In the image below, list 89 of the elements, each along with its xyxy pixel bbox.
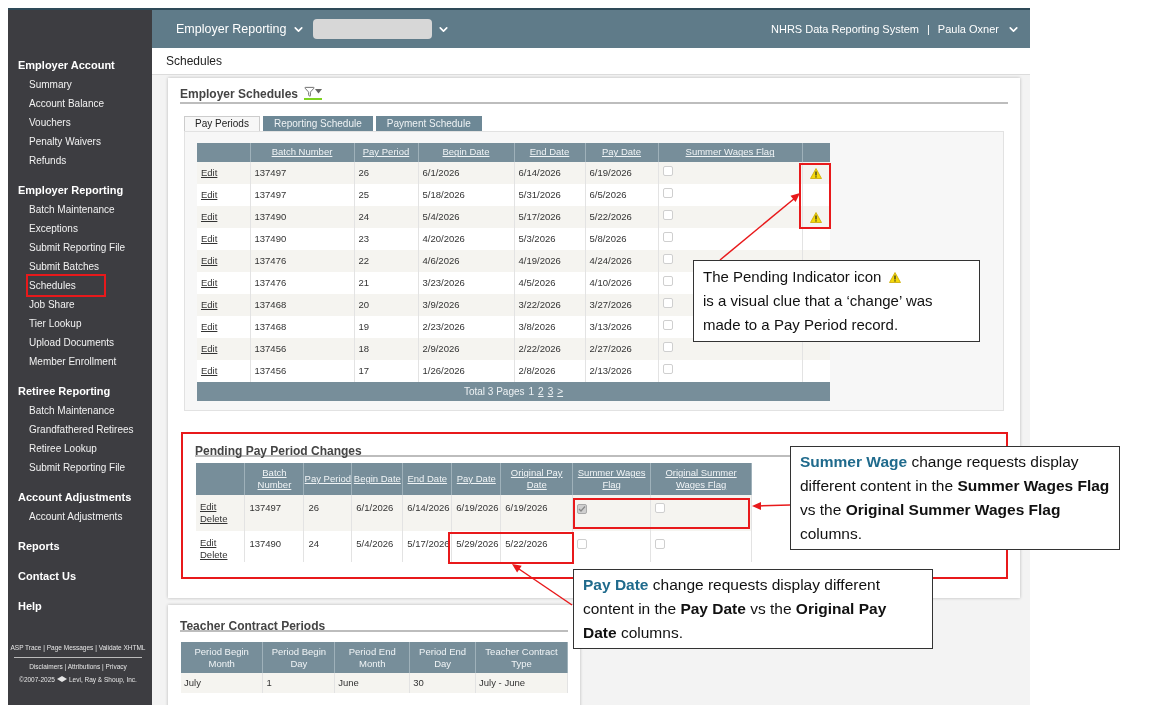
table-cell: 5/29/2026 xyxy=(451,531,501,562)
checkbox[interactable] xyxy=(662,165,673,176)
sidebar-item[interactable]: Refunds xyxy=(28,151,68,170)
edit-link[interactable]: Edit xyxy=(201,276,218,288)
sidebar-item[interactable]: Account Balance xyxy=(28,94,106,113)
edit-link[interactable]: Edit xyxy=(201,342,218,354)
sidebar-item[interactable]: Tier Lookup xyxy=(28,314,83,333)
diamond-logo-icon xyxy=(56,676,67,683)
warning-icon xyxy=(889,271,902,283)
menu-dropdown[interactable]: Employer Reporting xyxy=(176,19,306,39)
table-cell: June xyxy=(334,673,410,693)
checkbox[interactable] xyxy=(662,275,673,286)
edit-link[interactable]: Edit xyxy=(201,320,218,332)
sidebar-item[interactable]: Retiree Lookup xyxy=(28,439,98,458)
edit-link[interactable]: Edit xyxy=(201,232,218,244)
table-cell: 1 xyxy=(262,673,335,693)
table-cell: July xyxy=(181,673,263,693)
sidebar-section-title[interactable]: Help xyxy=(18,597,152,616)
edit-link[interactable]: Edit xyxy=(201,298,218,310)
sidebar-item[interactable]: Vouchers xyxy=(28,113,72,132)
sidebar-item[interactable]: Submit Reporting File xyxy=(28,238,127,257)
breadcrumb: Schedules xyxy=(166,53,223,70)
tab[interactable]: Pay Periods xyxy=(184,116,260,131)
callout-text: The Pending Indicator icon xyxy=(703,267,882,287)
edit-link[interactable]: Edit xyxy=(201,364,218,376)
sidebar-section-title[interactable]: Employer Reporting xyxy=(18,181,152,200)
table-cell: 24 xyxy=(303,531,352,562)
edit-link[interactable]: Edit xyxy=(201,166,218,178)
callout-text: Summer Wage change requests display different content in the Summer Wages Flag vs the Original Summer Wages Flag columns. xyxy=(800,452,1110,544)
checkbox[interactable] xyxy=(662,187,673,198)
sidebar-item[interactable]: Submit Batches xyxy=(28,257,101,276)
callout-text: Pay Date change requests display different content in the Pay Date vs the Original Pay Date columns. xyxy=(583,575,888,643)
checkbox[interactable] xyxy=(662,341,673,352)
sidebar-section-title[interactable]: Retiree Reporting xyxy=(18,382,152,401)
warning-icon xyxy=(810,211,823,223)
warning-icon xyxy=(810,167,823,179)
sidebar-item[interactable]: Member Enrollment xyxy=(28,352,118,371)
edit-link[interactable]: Edit xyxy=(201,254,218,266)
section-title: Employer Schedules xyxy=(180,86,299,103)
sidebar-item[interactable]: Schedules xyxy=(28,276,104,295)
checkbox[interactable] xyxy=(662,231,673,242)
sidebar-item[interactable]: Batch Maintenance xyxy=(28,200,116,219)
sidebar-item[interactable]: Summary xyxy=(28,75,73,94)
system-name: NHRS Data Reporting System xyxy=(771,21,919,37)
highlight-frame xyxy=(799,163,831,229)
edit-link[interactable]: Edit xyxy=(200,537,217,549)
callout-text: is a visual clue that a ‘change’ was made to a Pay Period record. xyxy=(703,292,933,333)
checkbox[interactable] xyxy=(655,539,666,549)
table-cell: 137490 xyxy=(244,531,304,562)
sidebar-item[interactable]: Batch Maintenance xyxy=(28,401,116,420)
table-cell: 5/22/2026 xyxy=(500,531,573,562)
separator: | xyxy=(927,21,930,37)
sidebar-item[interactable]: Submit Reporting File xyxy=(28,458,127,477)
user-menu[interactable]: Paula Oxner xyxy=(937,20,1020,38)
section-title: Teacher Contract Periods xyxy=(180,619,326,633)
sidebar-item[interactable]: Penalty Waivers xyxy=(28,132,102,151)
edit-link[interactable]: Edit xyxy=(201,188,218,200)
sidebar-section-title[interactable]: Contact Us xyxy=(18,567,152,586)
checkbox[interactable] xyxy=(577,504,588,514)
sidebar-section-title[interactable]: Employer Account xyxy=(18,56,152,75)
tab[interactable]: Reporting Schedule xyxy=(262,116,373,131)
checkbox[interactable] xyxy=(577,539,588,549)
checkbox[interactable] xyxy=(662,297,673,308)
arrow xyxy=(752,502,791,510)
pager-summary: Total 3 Pages xyxy=(463,384,525,399)
sidebar-item[interactable]: Account Adjustments xyxy=(28,507,124,526)
sidebar-section-title[interactable]: Account Adjustments xyxy=(18,488,152,507)
sidebar-item[interactable]: Grandfathered Retirees xyxy=(28,420,135,439)
section-title: Pending Pay Period Changes xyxy=(195,444,362,458)
select-field[interactable] xyxy=(313,19,433,39)
sidebar-item[interactable]: Upload Documents xyxy=(28,333,116,352)
edit-link[interactable]: Edit xyxy=(200,501,217,513)
delete-link[interactable]: Delete xyxy=(200,549,228,561)
checkbox[interactable] xyxy=(662,363,673,374)
sidebar-item[interactable]: Exceptions xyxy=(28,219,79,238)
table-cell: July - June xyxy=(475,673,568,693)
sidebar-section-title[interactable]: Reports xyxy=(18,537,152,556)
checkbox[interactable] xyxy=(662,319,673,330)
checkbox[interactable] xyxy=(655,503,666,513)
checkbox[interactable] xyxy=(662,209,673,220)
checkbox[interactable] xyxy=(662,253,673,264)
table-cell: 30 xyxy=(409,673,476,693)
filter-icon[interactable] xyxy=(304,85,323,100)
tab[interactable]: Payment Schedule xyxy=(375,116,482,131)
table-cell: 5/4/2026 xyxy=(351,531,403,562)
delete-link[interactable]: Delete xyxy=(200,513,228,525)
edit-link[interactable]: Edit xyxy=(201,210,218,222)
table-cell: 5/17/2026 xyxy=(402,531,452,562)
sidebar-item[interactable]: Job Share xyxy=(28,295,76,314)
